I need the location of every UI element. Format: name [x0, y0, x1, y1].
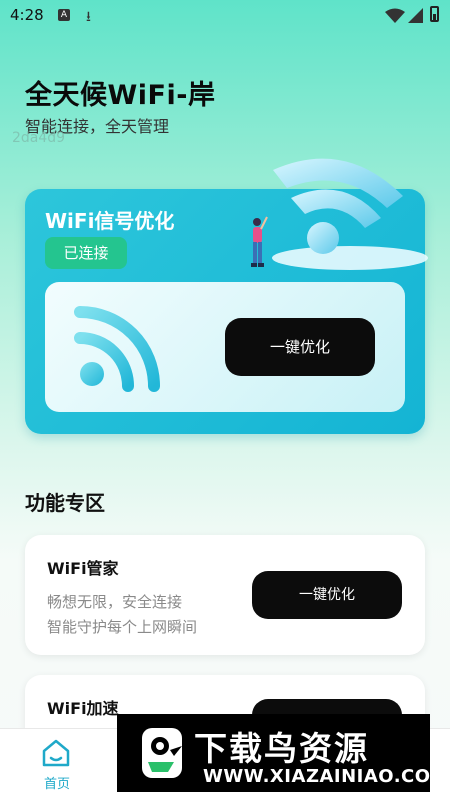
section-title: 功能专区 — [25, 491, 105, 515]
download-icon: ⭳ — [86, 9, 91, 25]
person-illustration — [251, 216, 268, 267]
wifi-signal-icon — [74, 306, 160, 392]
feature-title: WiFi管家 — [47, 559, 119, 578]
feature-card-wifi-manager: WiFi管家 畅想无限，安全连接 智能守护每个上网瞬间 一键优化 — [25, 535, 425, 655]
feature-title: WiFi加速 — [47, 699, 119, 718]
feature-desc-line: 畅想无限，安全连接 — [47, 593, 183, 611]
overlay-text: 2da4d9 — [12, 130, 66, 146]
status-time: 4:28 — [10, 6, 44, 24]
app-notification-icon: A — [58, 9, 70, 21]
watermark-url: WWW.XIAZAINIAO.COM — [203, 766, 449, 787]
wifi-icon — [385, 8, 405, 23]
connection-status-badge: 已连接 — [45, 237, 127, 269]
feature-description: 畅想无限，安全连接 智能守护每个上网瞬间 — [47, 590, 197, 640]
signal-icon — [408, 8, 423, 23]
status-bar: 4:28 A ⭳ — [0, 0, 450, 32]
hero-title: WiFi信号优化 — [45, 209, 175, 233]
feature-optimize-button[interactable]: 一键优化 — [252, 571, 402, 619]
bird-logo-icon — [142, 728, 182, 778]
battery-icon — [430, 6, 439, 22]
app-title: 全天候WiFi-岸 — [25, 80, 216, 111]
watermark-title: 下载鸟资源 — [194, 729, 369, 768]
hero-optimize-button[interactable]: 一键优化 — [225, 318, 375, 376]
nav-item-home-label[interactable]: 首页 — [44, 773, 70, 792]
feature-desc-line: 智能守护每个上网瞬间 — [47, 618, 198, 636]
home-icon[interactable] — [40, 738, 72, 768]
wifi-illustration-icon — [272, 158, 428, 270]
